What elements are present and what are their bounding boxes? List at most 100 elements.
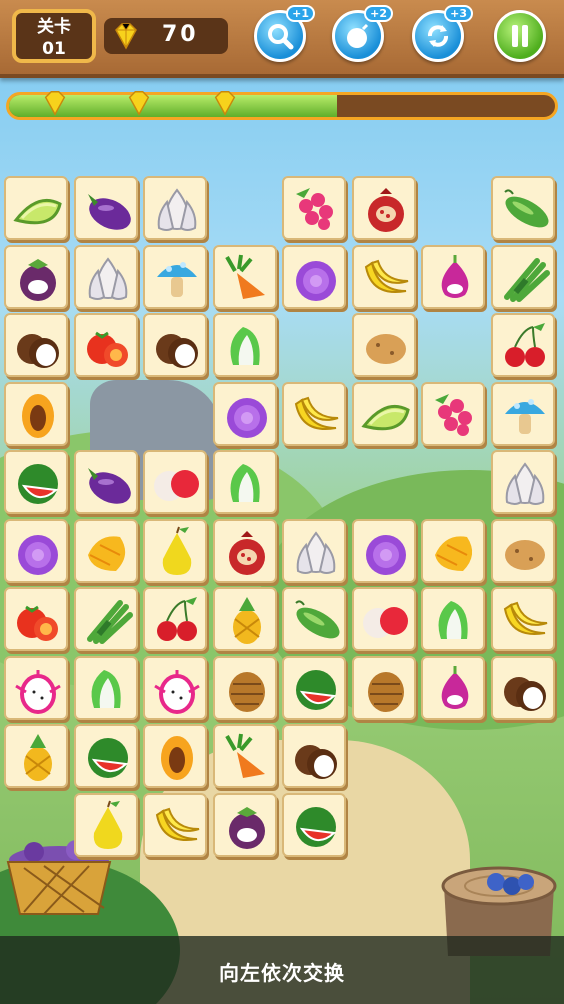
- tile-watermelon[interactable]: [4, 450, 68, 514]
- tile-asparagus[interactable]: [73, 587, 138, 651]
- tile-mushroom[interactable]: [143, 244, 207, 309]
- level-indicator: 关卡 01: [12, 9, 96, 63]
- lychee-icon: [154, 470, 199, 501]
- tile-banana[interactable]: [143, 792, 207, 857]
- refresh-tool-button[interactable]: +3: [412, 5, 473, 62]
- tile-eggplant[interactable]: [73, 450, 138, 514]
- tile-pinecone[interactable]: [212, 655, 277, 720]
- tile-mushroom[interactable]: [490, 381, 555, 446]
- tile-lychee[interactable]: [351, 587, 416, 651]
- tile-pomegranate[interactable]: [212, 518, 277, 583]
- tile-cabbage[interactable]: [4, 518, 68, 583]
- tile-raspberry[interactable]: [421, 381, 485, 446]
- tile-bokchoy[interactable]: [212, 450, 277, 514]
- tile-tomato[interactable]: [73, 313, 138, 377]
- mango-icon: [87, 535, 125, 571]
- tile-banana[interactable]: [490, 587, 555, 651]
- pause-button[interactable]: [494, 10, 546, 62]
- asparagus-icon: [503, 257, 550, 302]
- tile-cherry[interactable]: [490, 313, 555, 377]
- raspberry-icon: [435, 393, 472, 436]
- tile-cabbage[interactable]: [351, 518, 416, 583]
- pineapple-icon: [24, 734, 52, 781]
- tile-coconut[interactable]: [490, 655, 555, 720]
- tile-pear[interactable]: [143, 518, 207, 583]
- carrot-icon: [224, 733, 265, 778]
- mushroom-icon: [157, 261, 197, 297]
- tile-melon[interactable]: [351, 381, 416, 446]
- watermelon-icon: [18, 464, 59, 504]
- tile-coconut[interactable]: [4, 313, 68, 377]
- tile-pinecone[interactable]: [351, 655, 416, 720]
- tile-pear[interactable]: [73, 792, 138, 857]
- raspberry-icon: [296, 188, 333, 230]
- tile-watermelon[interactable]: [282, 792, 346, 857]
- tile-bokchoy[interactable]: [212, 313, 277, 377]
- cherry-icon: [504, 323, 545, 367]
- garlic-icon: [88, 256, 127, 300]
- tile-banana[interactable]: [351, 244, 416, 309]
- tile-pomegranate[interactable]: [351, 176, 416, 240]
- bomb-tool-button[interactable]: +2: [332, 5, 393, 62]
- tile-tomato[interactable]: [4, 587, 68, 651]
- tile-pineapple[interactable]: [212, 587, 277, 651]
- tile-coconut[interactable]: [143, 313, 207, 377]
- potato-icon: [504, 539, 545, 570]
- garlic-icon: [296, 530, 336, 574]
- tile-watermelon[interactable]: [73, 724, 138, 788]
- tile-garlic[interactable]: [143, 176, 207, 240]
- tile-dragonfruit[interactable]: [143, 655, 207, 720]
- eggplant-icon: [87, 468, 131, 504]
- tile-mango[interactable]: [73, 518, 138, 583]
- tile-asparagus[interactable]: [490, 244, 555, 309]
- tile-onion[interactable]: [421, 244, 485, 309]
- top-bar: 关卡 01 70 +1 +2 +3: [0, 0, 564, 78]
- cabbage-icon: [365, 534, 406, 575]
- bokchoy-icon: [91, 669, 121, 708]
- tomato-icon: [86, 331, 128, 367]
- tile-dragonfruit[interactable]: [4, 655, 68, 720]
- tile-onion[interactable]: [421, 655, 485, 720]
- tile-carrot[interactable]: [212, 244, 277, 309]
- tile-bokchoy[interactable]: [73, 655, 138, 720]
- tile-mango[interactable]: [421, 518, 485, 583]
- bokchoy-icon: [438, 601, 468, 639]
- tile-garlic[interactable]: [73, 244, 138, 309]
- tile-melon[interactable]: [4, 176, 68, 240]
- bomb-icon: [347, 23, 369, 48]
- tile-papaya[interactable]: [143, 724, 207, 788]
- tile-potato[interactable]: [490, 518, 555, 583]
- tool-badge: +3: [444, 5, 473, 22]
- tile-mangosteen[interactable]: [212, 792, 277, 857]
- garlic-icon: [157, 188, 197, 231]
- potato-icon: [365, 334, 406, 364]
- tile-eggplant[interactable]: [73, 176, 138, 240]
- pinecone-icon: [367, 671, 404, 712]
- tile-carrot[interactable]: [212, 724, 277, 788]
- bokchoy-icon: [230, 327, 260, 365]
- tile-potato[interactable]: [351, 313, 416, 377]
- tile-banana[interactable]: [282, 381, 346, 446]
- search-tool-button[interactable]: +1: [254, 5, 315, 62]
- level-label: 关卡: [37, 17, 71, 37]
- tile-cucumber[interactable]: [490, 176, 555, 240]
- tile-cucumber[interactable]: [282, 587, 346, 651]
- tile-cabbage[interactable]: [212, 381, 277, 446]
- tile-coconut[interactable]: [282, 724, 346, 788]
- tile-watermelon[interactable]: [282, 655, 346, 720]
- pinecone-icon: [228, 671, 265, 712]
- tile-pineapple[interactable]: [4, 724, 68, 788]
- tile-garlic[interactable]: [282, 518, 346, 583]
- tile-raspberry[interactable]: [282, 176, 346, 240]
- tile-mangosteen[interactable]: [4, 244, 68, 309]
- tile-garlic[interactable]: [490, 450, 555, 514]
- tile-cherry[interactable]: [143, 587, 207, 651]
- banana-icon: [294, 396, 339, 430]
- tile-cabbage[interactable]: [282, 244, 346, 309]
- tile-lychee[interactable]: [143, 450, 207, 514]
- mango-icon: [435, 535, 473, 571]
- cabbage-icon: [296, 260, 336, 301]
- onion-icon: [441, 254, 469, 298]
- tile-bokchoy[interactable]: [421, 587, 485, 651]
- tile-papaya[interactable]: [4, 381, 68, 446]
